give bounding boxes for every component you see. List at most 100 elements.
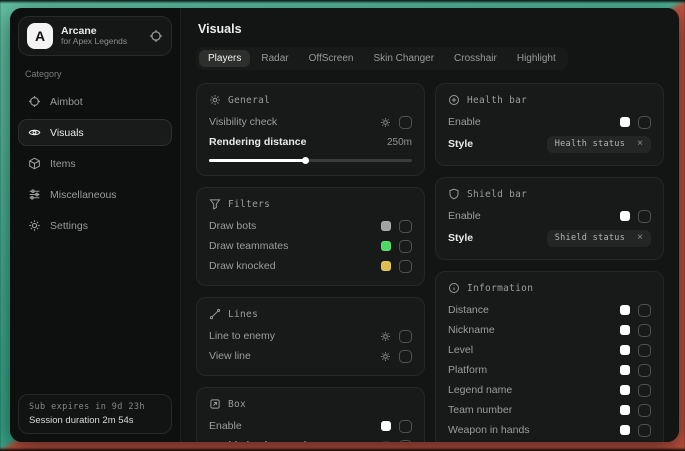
setting-label: Rendering distance — [209, 136, 306, 148]
panel-information: Information Distance Nickname — [435, 271, 664, 442]
level-checkbox[interactable] — [638, 344, 651, 357]
sidebar-item-label: Items — [50, 158, 76, 170]
color-swatch[interactable] — [620, 385, 630, 395]
slider-fill — [209, 159, 306, 162]
setting-row-platform: Platform — [448, 360, 651, 380]
setting-row-box-enable: Enable — [209, 416, 412, 436]
color-swatch[interactable] — [381, 241, 391, 251]
weapon-in-hands-checkbox[interactable] — [638, 424, 651, 437]
box-background-checkbox[interactable] — [399, 440, 412, 443]
shield-enable-checkbox[interactable] — [638, 210, 651, 223]
panel-shield-bar: Shield bar Enable Style S — [435, 177, 664, 260]
tab-radar[interactable]: Radar — [252, 50, 297, 67]
info-icon — [448, 282, 460, 294]
tab-offscreen[interactable]: OffScreen — [300, 50, 363, 67]
line-to-enemy-checkbox[interactable] — [399, 330, 412, 343]
panel-title: Lines — [228, 309, 258, 320]
setting-row-distance: Distance — [448, 300, 651, 320]
settings-gear-icon[interactable] — [380, 331, 391, 342]
sidebar-item-label: Settings — [50, 220, 88, 232]
session-duration-text: Session duration 2m 54s — [29, 415, 161, 426]
setting-row-draw-teammates: Draw teammates — [209, 236, 412, 256]
shield-style-select[interactable]: Shield status × — [547, 230, 651, 247]
app-subtitle: for Apex Legends — [61, 37, 141, 47]
panel-title: Health bar — [467, 95, 527, 106]
color-swatch[interactable] — [381, 221, 391, 231]
crosshair-icon[interactable] — [149, 29, 163, 43]
draw-teammates-checkbox[interactable] — [399, 240, 412, 253]
tab-crosshair[interactable]: Crosshair — [445, 50, 506, 67]
sidebar-nav: Aimbot Visuals Items Miscellaneous Setti… — [10, 86, 180, 241]
setting-label: Enable — [448, 210, 481, 222]
color-swatch[interactable] — [381, 261, 391, 271]
clear-icon[interactable]: × — [637, 139, 643, 149]
color-swatch[interactable] — [620, 305, 630, 315]
health-enable-checkbox[interactable] — [638, 116, 651, 129]
rendering-distance-value: 250m — [387, 137, 412, 148]
box-enable-checkbox[interactable] — [399, 420, 412, 433]
team-number-checkbox[interactable] — [638, 404, 651, 417]
settings-gear-icon[interactable] — [380, 351, 391, 362]
legend-name-checkbox[interactable] — [638, 384, 651, 397]
color-swatch[interactable] — [620, 117, 630, 127]
nickname-checkbox[interactable] — [638, 324, 651, 337]
box-icon — [209, 398, 221, 410]
view-line-checkbox[interactable] — [399, 350, 412, 363]
select-value: Shield status — [555, 233, 625, 243]
tab-players[interactable]: Players — [199, 50, 250, 67]
color-swatch[interactable] — [381, 441, 391, 442]
draw-bots-checkbox[interactable] — [399, 220, 412, 233]
color-swatch[interactable] — [620, 345, 630, 355]
color-swatch[interactable] — [620, 405, 630, 415]
category-label: Category — [25, 69, 180, 79]
setting-label: Team number — [448, 404, 512, 416]
cube-icon — [28, 157, 41, 170]
sliders-icon — [28, 188, 41, 201]
desktop-background: A Arcane for Apex Legends Category Aimbo… — [0, 0, 685, 451]
distance-checkbox[interactable] — [638, 304, 651, 317]
color-swatch[interactable] — [381, 421, 391, 431]
setting-row-weapon-in-hands: Weapon in hands — [448, 420, 651, 440]
color-swatch[interactable] — [620, 425, 630, 435]
sidebar-item-miscellaneous[interactable]: Miscellaneous — [18, 181, 172, 208]
main-content: Visuals Players Radar OffScreen Skin Cha… — [180, 8, 679, 442]
tab-skin-changer[interactable]: Skin Changer — [364, 50, 443, 67]
draw-knocked-checkbox[interactable] — [399, 260, 412, 273]
health-style-select[interactable]: Health status × — [547, 136, 651, 153]
setting-label: Level — [448, 344, 473, 356]
setting-label: Weapon in hands — [448, 424, 530, 436]
funnel-icon — [209, 198, 221, 210]
subscription-card: Sub expires in 9d 23h Session duration 2… — [18, 394, 172, 434]
sidebar-item-aimbot[interactable]: Aimbot — [18, 88, 172, 115]
clear-icon[interactable]: × — [637, 233, 643, 243]
color-swatch[interactable] — [620, 325, 630, 335]
sidebar-item-settings[interactable]: Settings — [18, 212, 172, 239]
setting-label: Line to enemy — [209, 330, 275, 342]
sidebar-item-label: Visuals — [50, 127, 84, 139]
setting-label: Distance — [448, 304, 489, 316]
panel-lines: Lines Line to enemy View line — [196, 297, 425, 376]
setting-label: Draw teammates — [209, 240, 288, 252]
rendering-distance-slider[interactable] — [209, 156, 412, 164]
panel-title: General — [228, 95, 270, 106]
platform-checkbox[interactable] — [638, 364, 651, 377]
panel-health-bar: Health bar Enable Style H — [435, 83, 664, 166]
visibility-check-checkbox[interactable] — [399, 116, 412, 129]
color-swatch[interactable] — [620, 365, 630, 375]
page-title: Visuals — [198, 22, 664, 36]
sidebar-item-items[interactable]: Items — [18, 150, 172, 177]
settings-gear-icon[interactable] — [380, 117, 391, 128]
setting-row-box-enable-background: Enable background — [209, 436, 412, 442]
setting-label: Draw bots — [209, 220, 256, 232]
sidebar-item-visuals[interactable]: Visuals — [18, 119, 172, 146]
tab-highlight[interactable]: Highlight — [508, 50, 565, 67]
health-icon — [448, 94, 460, 106]
panel-filters: Filters Draw bots Draw teammates — [196, 187, 425, 286]
setting-row-draw-knocked: Draw knocked — [209, 256, 412, 276]
panel-header: Filters — [209, 198, 412, 210]
panel-title: Filters — [228, 199, 270, 210]
color-swatch[interactable] — [620, 211, 630, 221]
sidebar: A Arcane for Apex Legends Category Aimbo… — [10, 8, 180, 442]
setting-label: Style — [448, 138, 473, 150]
setting-label: Enable background — [209, 440, 306, 442]
